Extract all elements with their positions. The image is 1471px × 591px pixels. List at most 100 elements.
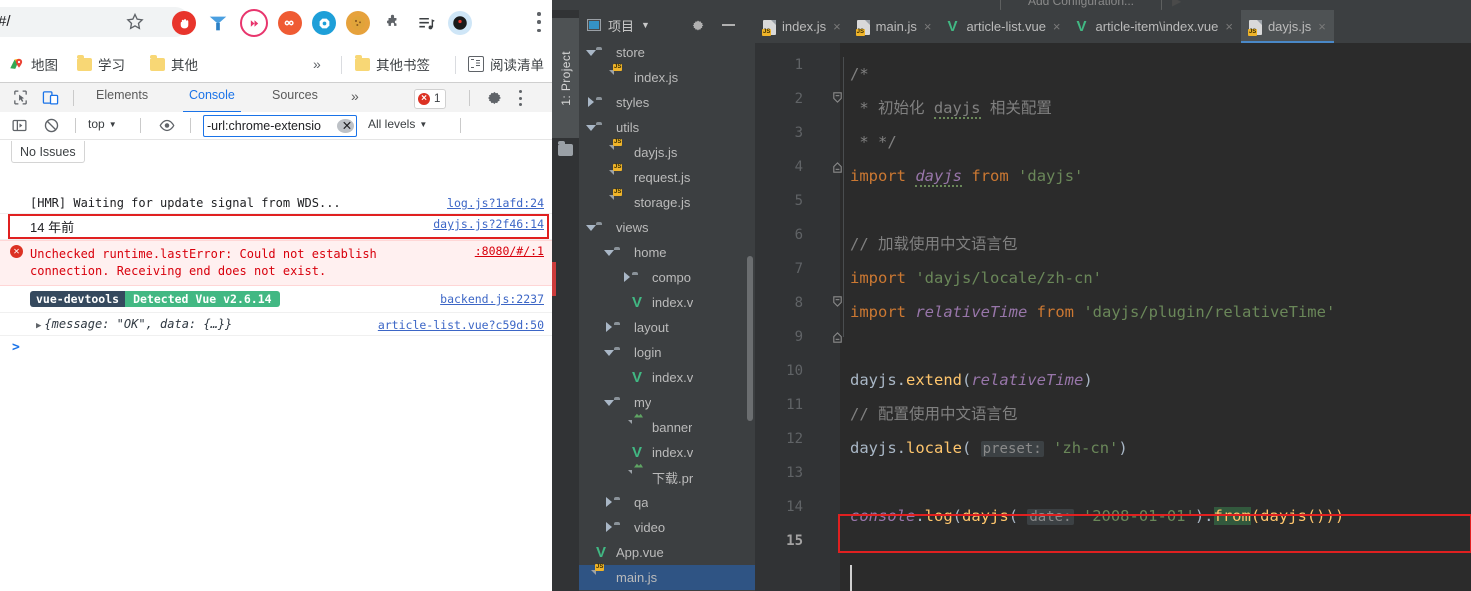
record-icon[interactable]: [448, 11, 472, 35]
tree-item[interactable]: 下载.pr: [579, 465, 755, 490]
minimize-icon[interactable]: [722, 24, 735, 26]
tree-item[interactable]: dayjs.js: [579, 140, 755, 165]
chevron-down-icon[interactable]: [603, 247, 614, 258]
tree-item[interactable]: qa: [579, 490, 755, 515]
chrome-menu-icon[interactable]: [537, 12, 541, 32]
tree-item[interactable]: Vindex.v: [579, 290, 755, 315]
console-message-object[interactable]: ▶ {message: "OK", data: {…}} article-list…: [0, 313, 552, 336]
close-icon[interactable]: ×: [1318, 19, 1326, 34]
message-source-link[interactable]: :8080/#/:1: [475, 244, 544, 258]
message-source-link[interactable]: dayjs.js?2f46:14: [433, 217, 544, 231]
chevron-right-icon[interactable]: [585, 97, 596, 108]
tampermonkey-icon[interactable]: [206, 11, 230, 35]
chevron-down-icon[interactable]: [585, 122, 596, 133]
close-icon[interactable]: ×: [833, 19, 841, 34]
clear-console-icon[interactable]: [43, 117, 60, 134]
octagon-icon[interactable]: [312, 11, 336, 35]
tree-item[interactable]: storage.js: [579, 190, 755, 215]
chevron-right-icon[interactable]: [621, 272, 632, 283]
code-line-3: * */: [850, 125, 896, 159]
bookmark-folder-study[interactable]: 学习: [77, 53, 125, 75]
chevron-down-icon[interactable]: [585, 47, 596, 58]
console-filter-input[interactable]: -url:chrome-extensio ✕: [203, 115, 357, 137]
tree-item[interactable]: login: [579, 340, 755, 365]
reading-list-button[interactable]: 阅读清单: [468, 53, 544, 75]
console-context-selector[interactable]: top ▼: [88, 117, 117, 131]
close-icon[interactable]: ×: [924, 19, 932, 34]
message-source-link[interactable]: log.js?1afd:24: [447, 196, 544, 210]
log-level-selector[interactable]: All levels ▼: [368, 117, 427, 131]
gear-icon[interactable]: [487, 90, 503, 106]
console-sidebar-icon[interactable]: [11, 117, 28, 134]
tree-item[interactable]: views: [579, 215, 755, 240]
editor-tab[interactable]: Varticle-list.vue ×: [939, 10, 1068, 43]
tool-window-tab-project[interactable]: 1: Project: [552, 18, 579, 138]
tab-elements[interactable]: Elements: [96, 88, 148, 112]
console-message-hmr[interactable]: [HMR] Waiting for update signal from WDS…: [0, 193, 552, 214]
editor-tab[interactable]: Varticle-item\index.vue ×: [1069, 10, 1241, 43]
console-message-error[interactable]: ✕ Unchecked runtime.lastError: Could not…: [0, 240, 552, 286]
tree-item[interactable]: my: [579, 390, 755, 415]
console-message-vue-devtools[interactable]: vue-devtools Detected Vue v2.6.14 backend…: [0, 286, 552, 313]
tab-console[interactable]: Console: [183, 88, 241, 113]
error-count-badge[interactable]: × 1: [414, 89, 447, 109]
cookie-icon[interactable]: [346, 11, 370, 35]
tree-item[interactable]: utils: [579, 115, 755, 140]
message-source-link[interactable]: backend.js:2237: [440, 292, 544, 306]
chevron-down-icon[interactable]: [585, 222, 596, 233]
tree-item[interactable]: compo: [579, 265, 755, 290]
tree-item[interactable]: home: [579, 240, 755, 265]
clear-input-icon[interactable]: ✕: [337, 119, 354, 133]
tree-item[interactable]: Vindex.v: [579, 365, 755, 390]
bookmark-folder-other[interactable]: 其他: [150, 53, 198, 75]
adblock-icon[interactable]: [172, 11, 196, 35]
editor-tab[interactable]: main.js ×: [849, 10, 940, 43]
tree-item[interactable]: Vindex.v: [579, 440, 755, 465]
tree-scrollbar[interactable]: [747, 256, 753, 421]
bookmark-other-bookmarks[interactable]: 其他书签: [355, 53, 430, 75]
tree-item[interactable]: main.js: [579, 565, 755, 590]
tab-more-chevron-icon[interactable]: »: [351, 88, 359, 112]
chevron-right-icon[interactable]: [603, 522, 614, 533]
tree-item[interactable]: styles: [579, 90, 755, 115]
tree-item[interactable]: index.js: [579, 65, 755, 90]
chevron-right-icon[interactable]: [603, 322, 614, 333]
device-toolbar-icon[interactable]: [42, 89, 59, 106]
bookmark-star-icon[interactable]: [125, 12, 145, 32]
playlist-icon[interactable]: [414, 11, 438, 35]
devtools-more-menu-icon[interactable]: [518, 90, 522, 106]
fast-forward-icon[interactable]: [240, 9, 268, 37]
folder-icon[interactable]: [558, 141, 573, 156]
puzzle-extensions-icon[interactable]: [380, 11, 404, 35]
chevron-down-icon[interactable]: [603, 397, 614, 408]
project-file-tree[interactable]: store index.js styles utils dayjs.js request.…: [579, 40, 755, 591]
console-input-prompt[interactable]: >: [0, 336, 552, 355]
editor-tab[interactable]: index.js ×: [755, 10, 849, 43]
tab-sources[interactable]: Sources: [272, 88, 318, 112]
chevron-right-icon[interactable]: [603, 497, 614, 508]
gear-icon[interactable]: [692, 19, 705, 32]
tree-item[interactable]: store: [579, 40, 755, 65]
tree-item[interactable]: banner: [579, 415, 755, 440]
tree-item[interactable]: layout: [579, 315, 755, 340]
message-source-link[interactable]: article-list.vue?c59d:50: [378, 318, 544, 332]
tree-item[interactable]: request.js: [579, 165, 755, 190]
close-icon[interactable]: ×: [1053, 19, 1061, 34]
address-bar[interactable]: [0, 7, 190, 37]
no-issues-button[interactable]: No Issues: [11, 141, 85, 163]
code-content[interactable]: /* * 初始化 dayjs 相关配置 * */ import dayjs fr…: [838, 43, 1471, 591]
tree-item[interactable]: V App.vue: [579, 540, 755, 565]
tree-item[interactable]: video: [579, 515, 755, 540]
console-message-dayjs[interactable]: 14 年前 dayjs.js?2f46:14: [0, 214, 552, 240]
expand-triangle-icon[interactable]: ▶: [36, 321, 41, 331]
editor-tab[interactable]: dayjs.js ×: [1240, 10, 1334, 43]
close-icon[interactable]: ×: [1225, 19, 1233, 34]
bookmark-maps[interactable]: 地图: [8, 53, 58, 75]
bookmarks-overflow-chevron-icon[interactable]: »: [313, 53, 321, 75]
live-expression-eye-icon[interactable]: [158, 117, 176, 134]
chevron-down-icon[interactable]: [603, 347, 614, 358]
inspect-element-icon[interactable]: [12, 89, 29, 106]
infinity-icon[interactable]: [278, 11, 302, 35]
chevron-down-icon[interactable]: ▼: [641, 20, 650, 30]
run-arrow-icon[interactable]: ▶: [1172, 0, 1181, 8]
